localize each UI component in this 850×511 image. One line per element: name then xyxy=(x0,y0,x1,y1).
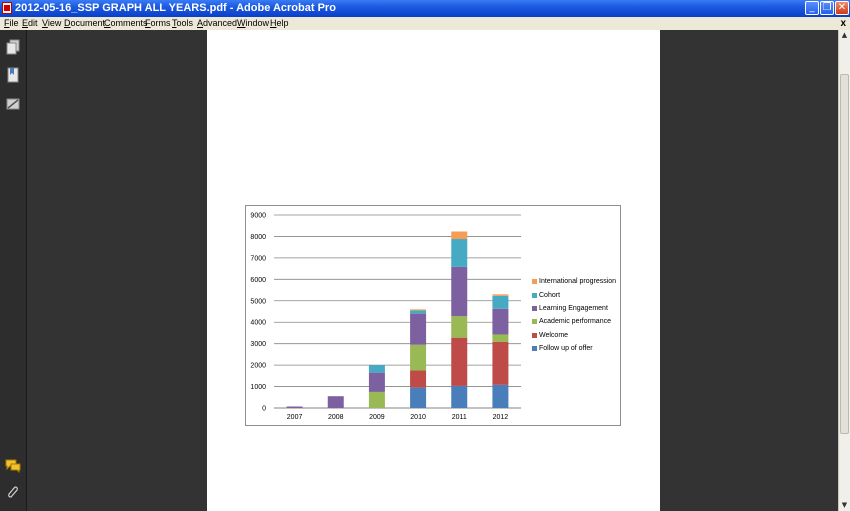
menu-edit[interactable]: Edit xyxy=(22,17,38,30)
y-tick-label: 2000 xyxy=(250,363,266,370)
menu-document[interactable]: Document xyxy=(64,17,105,30)
bar-segment xyxy=(492,294,509,296)
bar-segment xyxy=(410,387,427,408)
bar-segment xyxy=(410,309,427,311)
bar-segment xyxy=(286,406,303,408)
bar-segment xyxy=(368,365,385,373)
comments-icon[interactable] xyxy=(5,457,21,473)
bar-segment xyxy=(492,295,509,309)
bar-segment xyxy=(451,239,468,267)
bar-segment xyxy=(451,231,468,240)
pdf-file-icon xyxy=(2,2,12,14)
y-tick-label: 5000 xyxy=(250,298,266,305)
legend-item-welcome: Welcome xyxy=(532,332,568,339)
bar-segment xyxy=(492,384,509,408)
window-titlebar: 2012-05-16_SSP GRAPH ALL YEARS.pdf - Ado… xyxy=(0,0,850,17)
y-tick-label: 1000 xyxy=(250,384,266,391)
close-document-button[interactable]: x xyxy=(840,17,846,30)
legend-swatch-cohort xyxy=(532,292,537,298)
pages-icon[interactable] xyxy=(5,39,21,55)
bar-segment xyxy=(410,313,427,345)
menu-help[interactable]: Help xyxy=(270,17,289,30)
legend-item-academic: Academic performance xyxy=(532,318,611,325)
window-title: 2012-05-16_SSP GRAPH ALL YEARS.pdf - Ado… xyxy=(15,2,336,14)
stacked-bar-chart: 9000 8000 7000 6000 5000 4000 3000 2000 1000 0 200… xyxy=(245,205,621,426)
legend-item-learning: Learning Engagement xyxy=(532,305,608,312)
y-tick-label: 7000 xyxy=(250,255,266,262)
bar-segment xyxy=(368,391,385,408)
bar-segment xyxy=(410,344,427,371)
legend-label-international: International progression xyxy=(539,278,617,285)
bar-segment xyxy=(368,372,385,392)
scrollbar-thumb[interactable] xyxy=(840,74,849,434)
y-tick-label: 4000 xyxy=(250,320,266,327)
menu-view[interactable]: View xyxy=(42,17,61,30)
scroll-down-arrow-icon[interactable]: ▼ xyxy=(839,500,850,511)
legend-label-academic: Academic performance xyxy=(539,318,611,325)
legend-swatch-international xyxy=(532,278,537,284)
menu-bar: File Edit View Document Comments Forms T… xyxy=(0,17,850,30)
y-tick-label: 0 xyxy=(262,406,266,413)
restore-button[interactable]: ❐ xyxy=(820,1,834,15)
bar-segment xyxy=(451,337,468,386)
bookmarks-icon[interactable] xyxy=(5,67,21,83)
x-tick-label: 2010 xyxy=(410,414,426,421)
x-tick-label: 2009 xyxy=(369,414,385,421)
legend-label-follow-up: Follow up of offer xyxy=(539,345,593,352)
legend-item-follow-up: Follow up of offer xyxy=(532,345,593,352)
legend-swatch-follow-up xyxy=(532,345,537,351)
x-tick-label: 2008 xyxy=(328,414,344,421)
bar-segment xyxy=(492,308,509,335)
bar-segment xyxy=(410,310,427,314)
legend-item-cohort: Cohort xyxy=(532,292,560,299)
scroll-up-arrow-icon[interactable]: ▲ xyxy=(839,30,850,41)
vertical-scrollbar[interactable]: ▲ ▼ xyxy=(838,30,850,511)
bar-segment xyxy=(410,370,427,388)
legend-swatch-welcome xyxy=(532,332,537,338)
bar-segment xyxy=(492,341,509,385)
x-tick-label: 2011 xyxy=(452,414,467,421)
chart-canvas: 9000 8000 7000 6000 5000 4000 3000 2000 1000 0 200… xyxy=(250,213,521,421)
bar-segment xyxy=(451,385,468,408)
x-tick-label: 2012 xyxy=(493,414,509,421)
navigation-pane xyxy=(0,30,27,511)
close-button[interactable]: ✕ xyxy=(835,1,849,15)
y-tick-label: 8000 xyxy=(250,234,266,241)
bar-segment xyxy=(451,316,468,338)
x-tick-label: 2007 xyxy=(287,414,303,421)
legend-item-international: International progression xyxy=(532,278,616,285)
attachments-icon[interactable] xyxy=(5,484,21,500)
menu-window[interactable]: Window xyxy=(237,17,269,30)
menu-file[interactable]: File xyxy=(4,17,19,30)
bar-segment xyxy=(492,334,509,342)
legend-label-learning: Learning Engagement xyxy=(539,305,608,312)
menu-forms[interactable]: Forms xyxy=(145,17,171,30)
menu-tools[interactable]: Tools xyxy=(172,17,193,30)
y-tick-label: 3000 xyxy=(250,341,266,348)
legend-swatch-learning xyxy=(532,305,537,311)
menu-advanced[interactable]: Advanced xyxy=(197,17,237,30)
legend-swatch-academic xyxy=(532,318,537,324)
signatures-icon[interactable] xyxy=(5,96,21,112)
minimize-button[interactable]: _ xyxy=(805,1,819,15)
bar-segment xyxy=(327,396,344,408)
y-tick-label: 6000 xyxy=(250,277,266,284)
y-tick-label: 9000 xyxy=(250,213,266,220)
legend-label-welcome: Welcome xyxy=(539,332,569,339)
bar-segment xyxy=(451,266,468,317)
menu-comments[interactable]: Comments xyxy=(104,17,148,30)
legend-label-cohort: Cohort xyxy=(539,292,561,299)
